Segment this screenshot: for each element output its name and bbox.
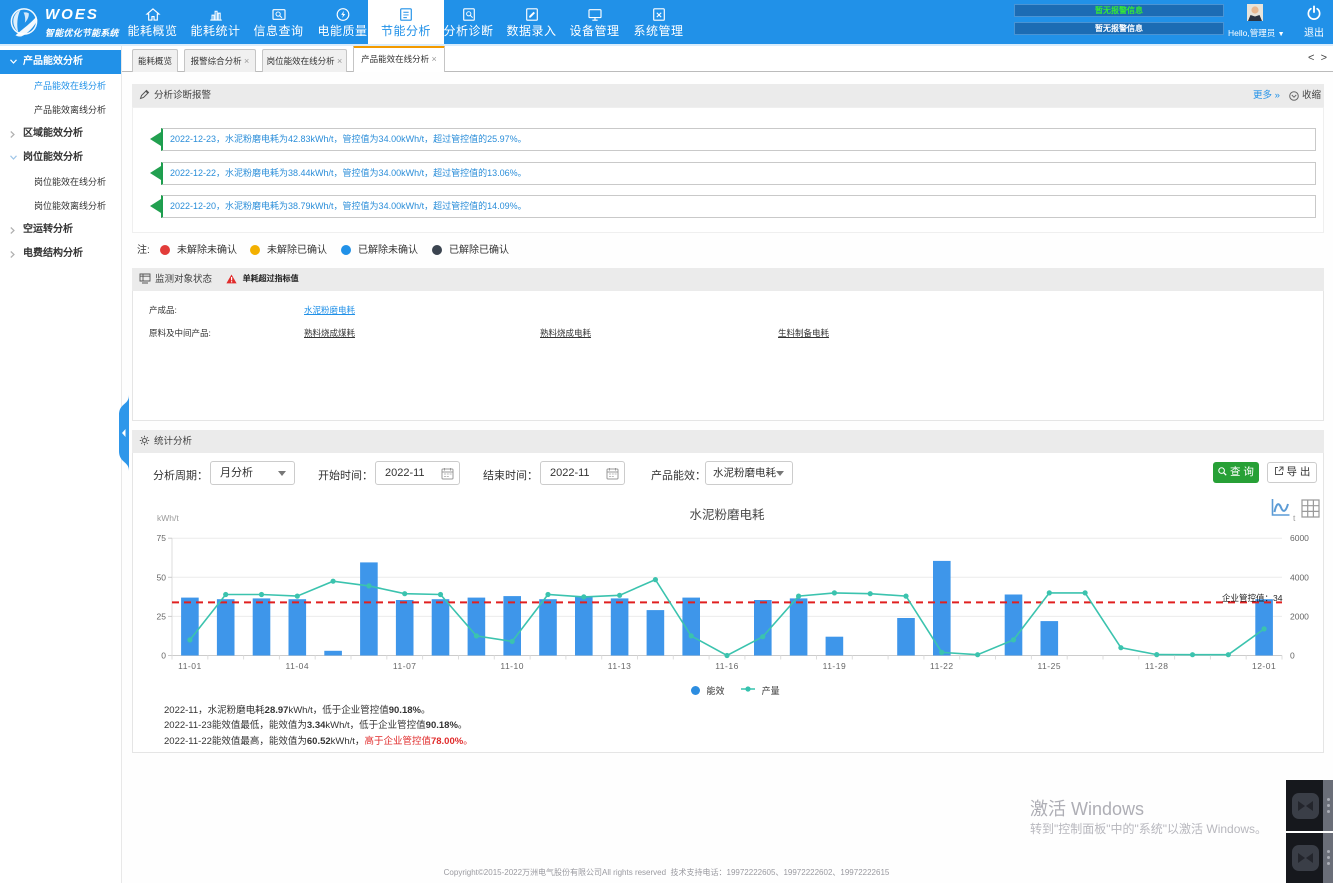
svg-text:0: 0	[1290, 651, 1295, 661]
svg-text:水泥粉磨电耗: 水泥粉磨电耗	[689, 507, 765, 522]
svg-text:2000: 2000	[1290, 611, 1309, 621]
svg-text:11-28: 11-28	[1145, 661, 1169, 671]
svg-text:50: 50	[157, 572, 167, 582]
svg-text:0: 0	[161, 651, 166, 661]
svg-text:11-07: 11-07	[393, 661, 417, 671]
svg-text:6000: 6000	[1290, 533, 1309, 543]
svg-text:t: t	[1293, 513, 1296, 523]
svg-text:kWh/t: kWh/t	[157, 513, 179, 523]
svg-text:75: 75	[157, 533, 167, 543]
svg-text:11-25: 11-25	[1037, 661, 1061, 671]
svg-text:11-19: 11-19	[823, 661, 847, 671]
svg-text:企业管控值：34: 企业管控值：34	[1222, 593, 1283, 603]
svg-text:11-16: 11-16	[715, 661, 739, 671]
svg-text:4000: 4000	[1290, 572, 1309, 582]
svg-text:11-10: 11-10	[500, 661, 524, 671]
svg-text:25: 25	[157, 611, 167, 621]
svg-text:11-22: 11-22	[930, 661, 954, 671]
svg-text:11-01: 11-01	[178, 661, 202, 671]
svg-text:12-01: 12-01	[1252, 661, 1276, 671]
svg-text:11-13: 11-13	[608, 661, 632, 671]
svg-text:11-04: 11-04	[286, 661, 310, 671]
